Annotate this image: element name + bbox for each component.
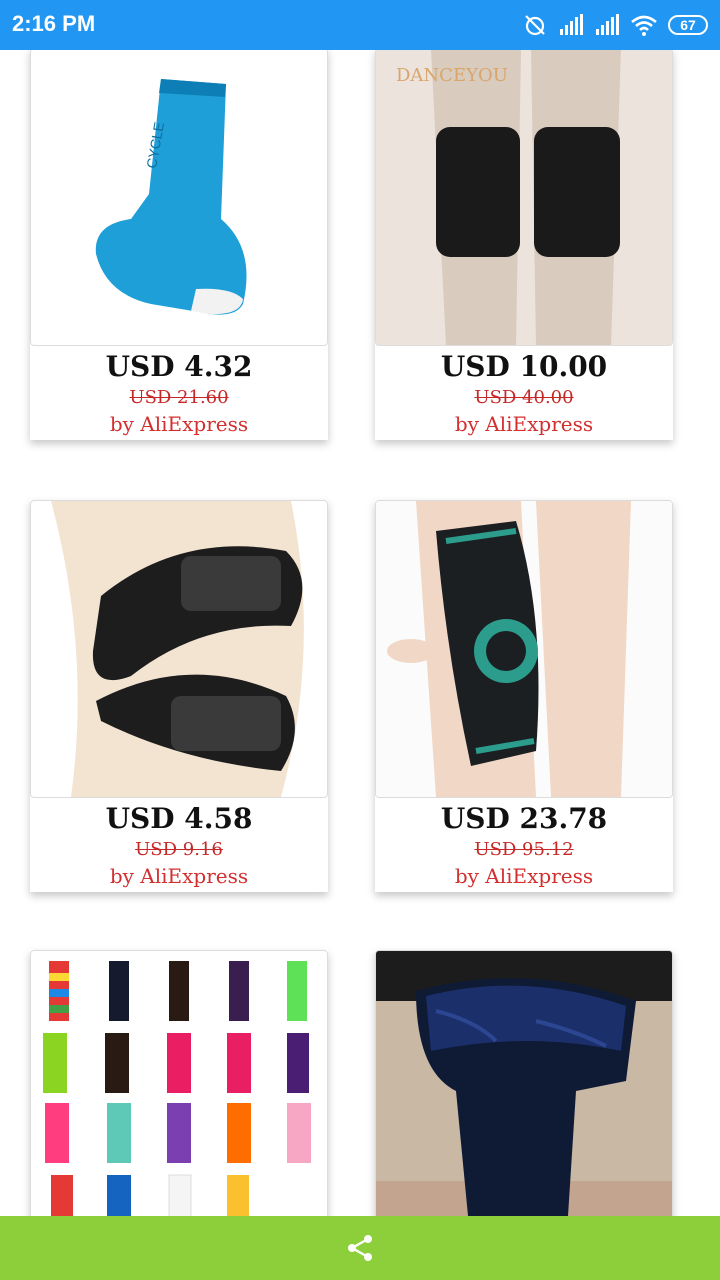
share-icon[interactable]: [345, 1233, 375, 1263]
product-old-price: USD 21.60: [129, 387, 229, 408]
product-old-price: USD 95.12: [474, 839, 574, 860]
product-card[interactable]: DANCEYOU USD 10.00 USD 40.00 by AliExpre…: [375, 50, 673, 440]
product-seller[interactable]: by AliExpress: [30, 862, 328, 892]
status-time: 2:16 PM: [12, 11, 96, 36]
product-card[interactable]: CYCLE USD 4.32 USD 21.60 by AliExpress: [30, 50, 328, 440]
product-seller[interactable]: by AliExpress: [375, 862, 673, 892]
product-seller[interactable]: by AliExpress: [30, 410, 328, 440]
alarm-off-icon: [525, 15, 545, 36]
product-grid: CYCLE USD 4.32 USD 21.60 by AliExpress D…: [0, 50, 720, 1216]
bottom-bar: [0, 1216, 720, 1280]
product-old-price: USD 9.16: [135, 839, 223, 860]
status-icons: 67: [522, 12, 708, 38]
product-price: USD 10.00: [440, 350, 608, 383]
product-image-knee-sleeve[interactable]: [375, 500, 673, 798]
product-image-leg-warmers-grid[interactable]: [30, 950, 328, 1216]
product-price: USD 4.58: [105, 802, 253, 835]
product-image-fleece-leggings[interactable]: [375, 950, 673, 1216]
brand-watermark: DANCEYOU: [396, 65, 508, 86]
status-bar: 2:16 PM 67: [0, 0, 720, 50]
signal-icon-2: [596, 14, 619, 35]
product-price: USD 4.32: [105, 350, 253, 383]
product-card[interactable]: [30, 950, 328, 1216]
product-price: USD 23.78: [440, 802, 608, 835]
product-card[interactable]: USD 23.78 USD 95.12 by AliExpress: [375, 500, 673, 892]
product-image-blue-sock[interactable]: CYCLE: [30, 50, 328, 346]
battery-indicator: 67: [668, 15, 708, 35]
product-old-price: USD 40.00: [474, 387, 574, 408]
product-image-black-knee-pads[interactable]: DANCEYOU: [375, 50, 673, 346]
wifi-icon: [631, 15, 657, 36]
signal-icon: [560, 14, 583, 35]
product-card[interactable]: USD 4.58 USD 9.16 by AliExpress: [30, 500, 328, 892]
product-seller[interactable]: by AliExpress: [375, 410, 673, 440]
product-image-patella-strap[interactable]: [30, 500, 328, 798]
product-card[interactable]: [375, 950, 673, 1216]
